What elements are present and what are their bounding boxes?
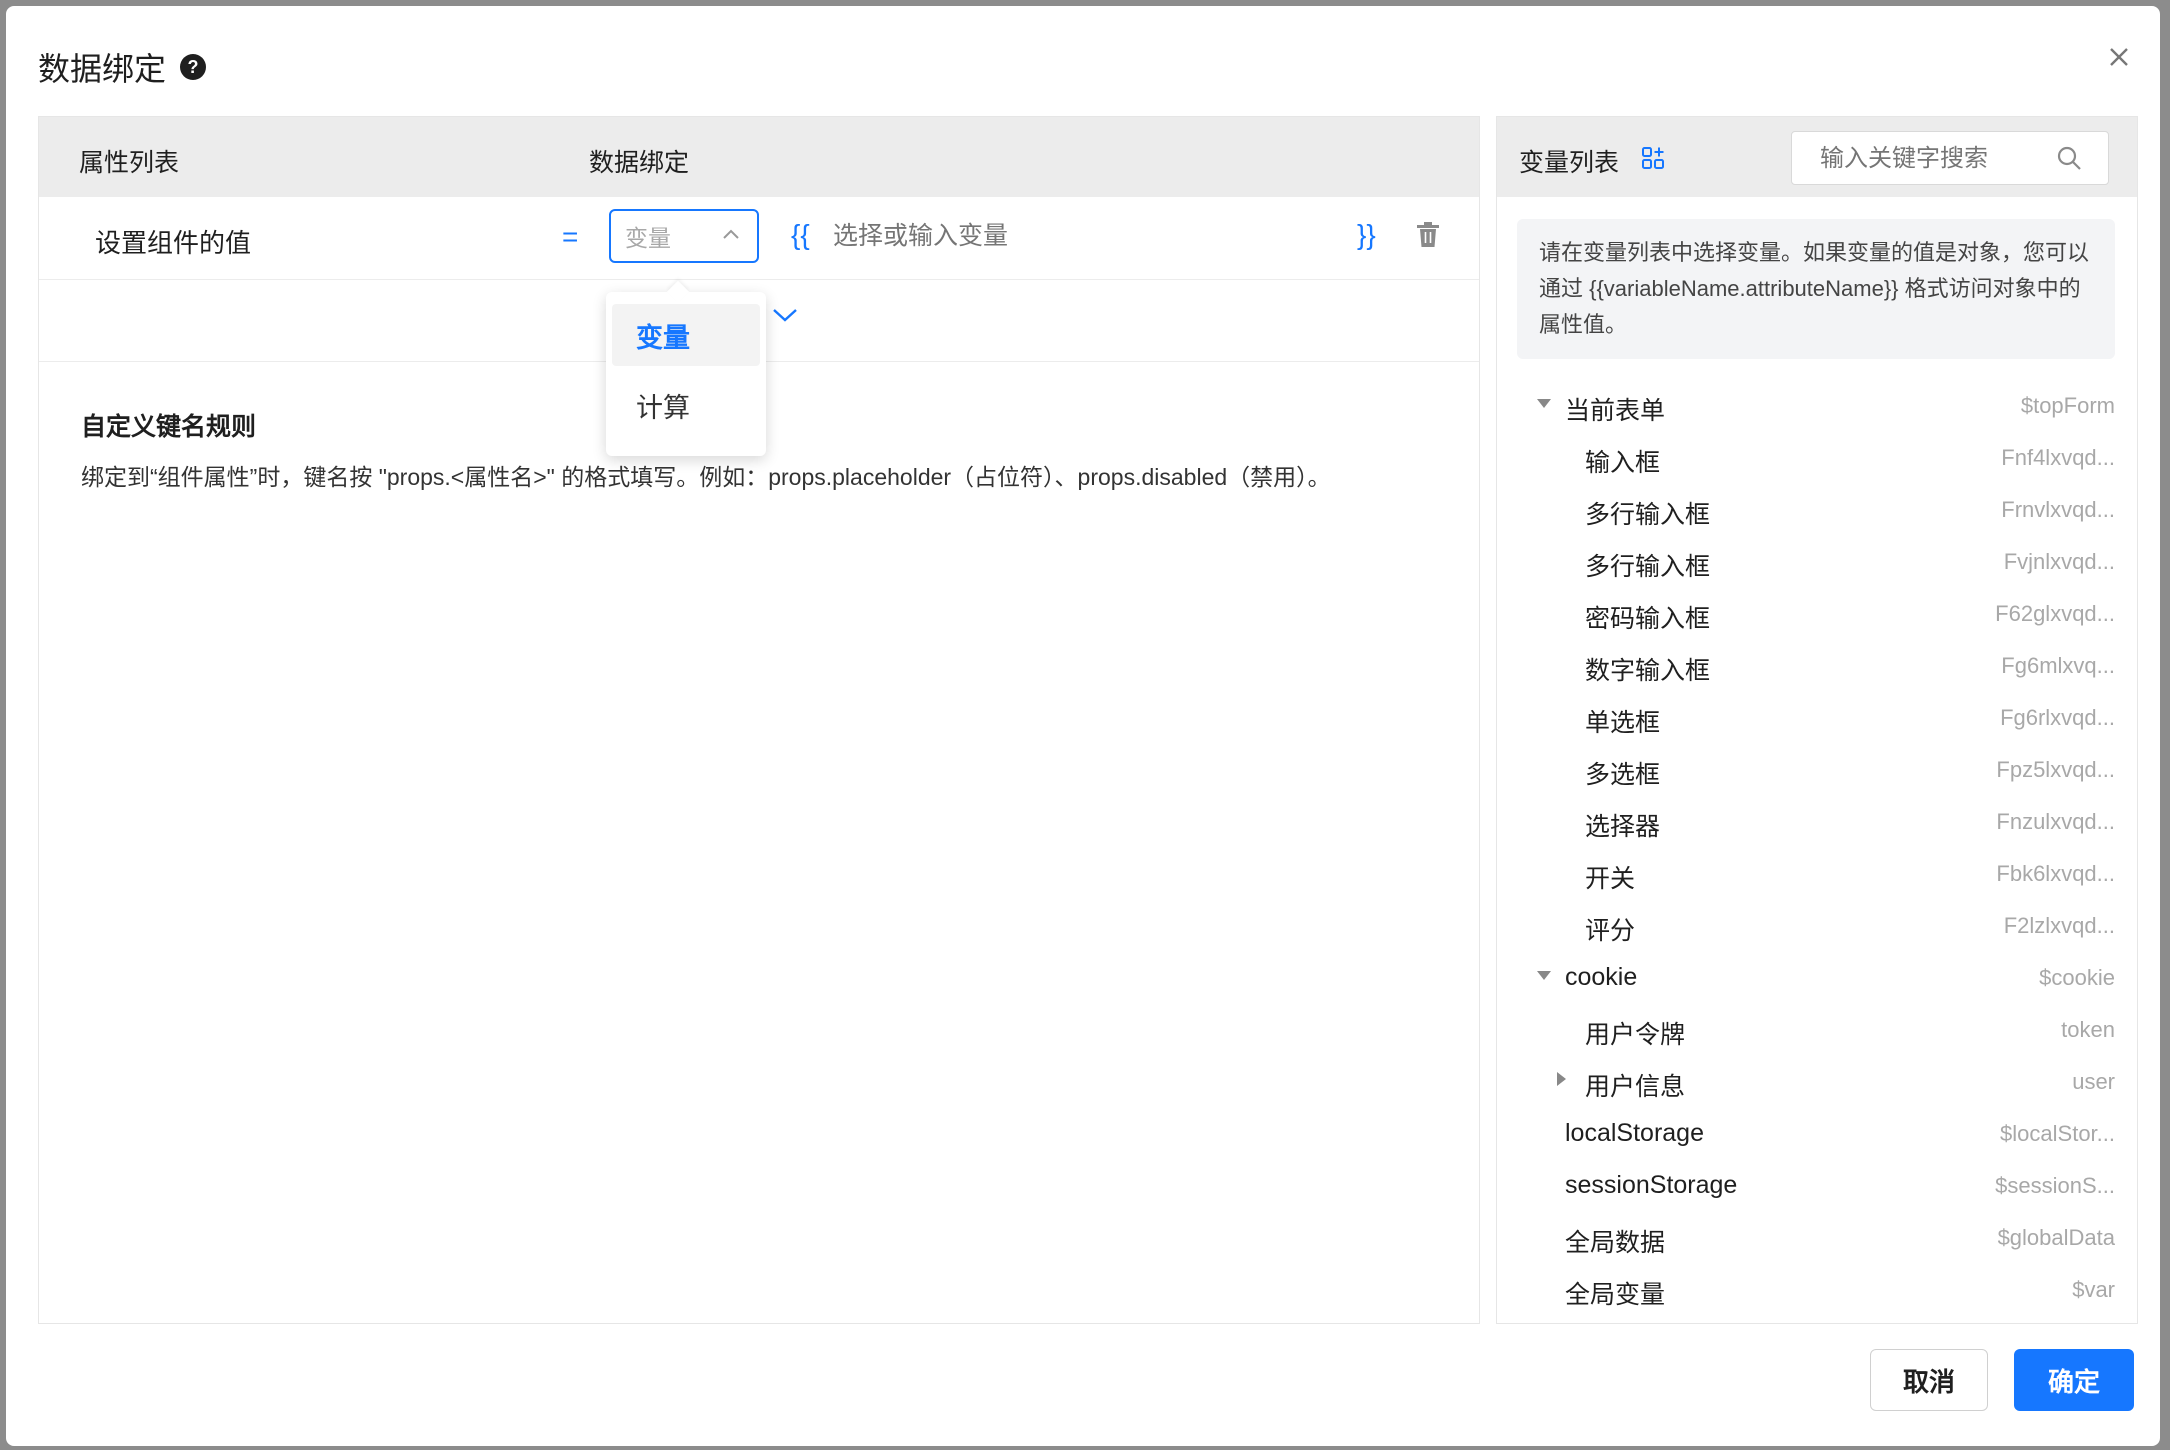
- tree-node[interactable]: 评分 F2lzlxvqd...: [1497, 899, 2137, 951]
- tree-node-value: Fg6mlxvq...: [2001, 653, 2115, 678]
- tree-node[interactable]: sessionStorage $sessionS...: [1497, 1159, 2137, 1211]
- tree-node-value: Frnvlxvqd...: [2001, 497, 2115, 522]
- modal-title-group: 数据绑定 ?: [38, 44, 207, 90]
- tree-node-value: Fg6rlxvqd...: [2000, 705, 2115, 730]
- tree-node-label: sessionStorage: [1565, 1171, 1738, 1199]
- property-name: 设置组件的值: [95, 228, 252, 258]
- tree-node-label: localStorage: [1565, 1119, 1704, 1147]
- tree-node[interactable]: 开关 Fbk6lxvqd...: [1497, 847, 2137, 899]
- tree-node-label: 用户令牌: [1585, 1021, 1686, 1049]
- tree-node-label: 开关: [1585, 865, 1636, 893]
- binding-row: 设置组件的值 = 变量 {{ }}: [39, 197, 1479, 280]
- dropdown-option-compute[interactable]: 计算: [612, 374, 760, 436]
- confirm-button[interactable]: 确定: [2014, 1349, 2134, 1411]
- tree-node-value: $cookie: [2039, 965, 2115, 990]
- variable-list-header: 变量列表: [1497, 117, 2137, 197]
- tree-node-value: $globalData: [1997, 1225, 2115, 1250]
- binding-type-dropdown: 变量 计算: [606, 280, 766, 456]
- tree-node-label: 当前表单: [1565, 397, 1666, 425]
- search-box[interactable]: [1791, 131, 2109, 185]
- hint-box: 请在变量列表中选择变量。如果变量的值是对象，您可以通过 {{variableNa…: [1517, 219, 2115, 359]
- help-icon[interactable]: ?: [180, 54, 207, 80]
- tree-node[interactable]: 多选框 Fpz5lxvqd...: [1497, 743, 2137, 795]
- caret-down-icon[interactable]: [1537, 399, 1551, 408]
- tree-node-value: $localStor...: [2000, 1121, 2115, 1146]
- tree-node[interactable]: 多行输入框 Frnvlxvqd...: [1497, 483, 2137, 535]
- tree-node-value: F2lzlxvqd...: [2003, 913, 2115, 938]
- tree-node-value: Fbk6lxvqd...: [1996, 861, 2115, 886]
- tree-node-label: cookie: [1565, 963, 1638, 991]
- tree-node[interactable]: 数字输入框 Fg6mlxvq...: [1497, 639, 2137, 691]
- variable-list-panel: 变量列表 请在变量列表中选择变量。如果变量的值是对象，您可以通过 {{varia…: [1496, 116, 2138, 1324]
- rules-title: 自定义键名规则: [81, 413, 257, 441]
- tree-node[interactable]: localStorage $localStor...: [1497, 1107, 2137, 1159]
- caret-right-icon[interactable]: [1557, 1072, 1566, 1086]
- chevron-down-icon[interactable]: [771, 306, 799, 324]
- tree-node-label: 全局数据: [1565, 1229, 1666, 1257]
- tree-node[interactable]: 全局变量 $var: [1497, 1263, 2137, 1315]
- tree-node-label: 选择器: [1585, 813, 1661, 841]
- tree-node[interactable]: 输入框 Fnf4lxvqd...: [1497, 431, 2137, 483]
- chevron-up-icon: [723, 229, 739, 239]
- search-icon[interactable]: [2056, 145, 2082, 171]
- search-input[interactable]: [1818, 144, 2042, 174]
- trash-icon[interactable]: [1415, 221, 1441, 249]
- data-binding-modal: 数据绑定 ? 属性列表 数据绑定 设置组件的值 = 变量 {{ }}: [6, 6, 2160, 1446]
- variable-list-title: 变量列表: [1519, 149, 1620, 177]
- tree-node[interactable]: 全局数据 $globalData: [1497, 1211, 2137, 1263]
- tree-node[interactable]: 用户信息 user: [1497, 1055, 2137, 1107]
- tree-node-value: Fvjnlxvqd...: [2003, 549, 2115, 574]
- tree-node-value: token: [2061, 1017, 2115, 1042]
- caret-down-icon[interactable]: [1537, 971, 1551, 980]
- tree-node-label: 评分: [1585, 917, 1636, 945]
- tree-node-value: Fnf4lxvqd...: [2001, 445, 2115, 470]
- tree-node-value: $topForm: [2020, 393, 2115, 418]
- header-property-list: 属性列表: [79, 149, 180, 177]
- cancel-button[interactable]: 取消: [1870, 1349, 1988, 1411]
- tree-node[interactable]: 多行输入框 Fvjnlxvqd...: [1497, 535, 2137, 587]
- tree-node-value: user: [2072, 1069, 2115, 1094]
- brace-open: {{: [791, 219, 810, 250]
- binding-table-header: 属性列表 数据绑定: [39, 117, 1479, 197]
- tree-node[interactable]: cookie $cookie: [1497, 951, 2137, 1003]
- grid-icon[interactable]: [1641, 146, 1665, 170]
- header-data-binding: 数据绑定: [589, 149, 690, 177]
- modal-title: 数据绑定: [38, 51, 167, 87]
- binding-type-value: 变量: [625, 225, 671, 251]
- variable-input[interactable]: [831, 221, 1355, 252]
- tree-node[interactable]: 单选框 Fg6rlxvqd...: [1497, 691, 2137, 743]
- tree-node-value: $sessionS...: [1995, 1173, 2115, 1198]
- tree-node-label: 多行输入框: [1585, 501, 1711, 529]
- tree-node-label: 单选框: [1585, 709, 1661, 737]
- tree-node-value: Fpz5lxvqd...: [1996, 757, 2115, 782]
- tree-node-label: 全局变量: [1565, 1281, 1666, 1309]
- tree-node-label: 多行输入框: [1585, 553, 1711, 581]
- tree-node[interactable]: 当前表单 $topForm: [1497, 379, 2137, 431]
- tree-node-label: 数字输入框: [1585, 657, 1711, 685]
- tree-node-label: 密码输入框: [1585, 605, 1711, 633]
- tree-node-label: 用户信息: [1585, 1073, 1686, 1101]
- tree-node[interactable]: 密码输入框 F62glxvqd...: [1497, 587, 2137, 639]
- tree-node-label: 多选框: [1585, 761, 1661, 789]
- equals-sign: =: [562, 221, 579, 252]
- tree-node-label: 输入框: [1585, 449, 1661, 477]
- tree-node[interactable]: 选择器 Fnzulxvqd...: [1497, 795, 2137, 847]
- binding-type-select[interactable]: 变量: [609, 209, 759, 263]
- dropdown-option-variable[interactable]: 变量: [612, 304, 760, 366]
- tree-node[interactable]: 用户令牌 token: [1497, 1003, 2137, 1055]
- close-icon[interactable]: [2102, 40, 2136, 74]
- tree-node-value: Fnzulxvqd...: [1996, 809, 2115, 834]
- tree-node-value: $var: [2072, 1277, 2115, 1302]
- rules-description: 绑定到“组件属性”时，键名按 "props.<属性名>" 的格式填写。例如：pr…: [81, 464, 1331, 490]
- tree-node-value: F62glxvqd...: [1995, 601, 2115, 626]
- brace-close: }}: [1357, 219, 1376, 250]
